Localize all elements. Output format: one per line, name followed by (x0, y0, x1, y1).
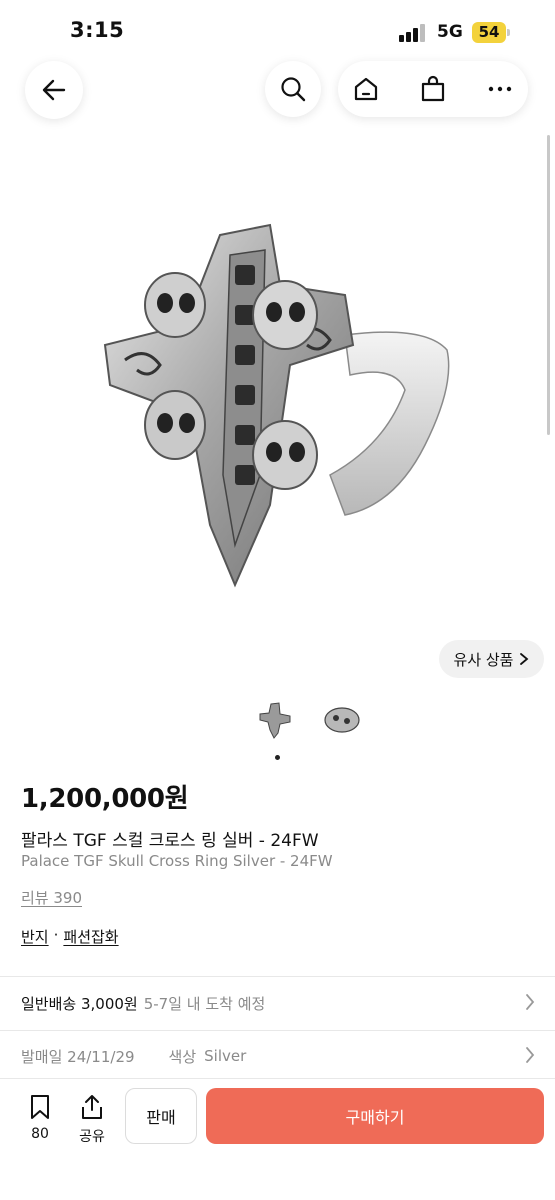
home-button[interactable] (352, 75, 380, 103)
more-dots-icon (488, 86, 512, 92)
home-icon (354, 77, 378, 101)
signal-icon (399, 24, 429, 42)
price: 1,200,000원 (21, 784, 189, 814)
category-fashion-link[interactable]: 패션잡화 (63, 926, 118, 947)
search-icon (281, 77, 306, 102)
category-separator: · (53, 926, 59, 944)
color-value: Silver (204, 1047, 247, 1065)
similar-products-label: 유사 상품 (453, 650, 514, 669)
share-icon (82, 1095, 102, 1119)
thumbnail-2[interactable] (322, 700, 362, 740)
scroll-indicator[interactable] (547, 135, 550, 435)
battery-icon: 54 (472, 22, 510, 43)
chevron-right-icon (526, 994, 535, 1010)
shipping-eta: 5-7일 내 도착 예정 (143, 994, 266, 1013)
shopping-bag-button[interactable] (419, 75, 447, 103)
nav-actions (338, 61, 528, 117)
chevron-right-icon (520, 653, 529, 665)
network-label: 5G (437, 22, 463, 42)
release-date: 발매일 24/11/29 (21, 1047, 135, 1066)
buy-label: 구매하기 (345, 1108, 405, 1127)
status-time: 3:15 (70, 18, 125, 42)
status-bar: 3:15 5G 54 (0, 0, 555, 62)
divider (0, 1030, 555, 1031)
battery-level: 54 (478, 23, 500, 41)
product-title-ko: 팔라스 TGF 스컬 크로스 링 실버 - 24FW (21, 831, 319, 851)
back-button[interactable] (25, 61, 83, 119)
shipping-label: 일반배송 3,000원 (21, 994, 138, 1013)
sell-label: 판매 (146, 1108, 176, 1127)
thumbnail-1[interactable] (255, 700, 295, 740)
product-title-en: Palace TGF Skull Cross Ring Silver - 24F… (21, 852, 333, 870)
category-ring-link[interactable]: 반지 (21, 926, 49, 947)
product-image[interactable] (95, 215, 460, 595)
sell-button[interactable]: 판매 (125, 1088, 197, 1144)
category-breadcrumb: 반지 · 패션잡화 (21, 926, 119, 947)
more-button[interactable] (486, 75, 514, 103)
reviews-link[interactable]: 리뷰 390 (21, 887, 82, 908)
buy-button[interactable]: 구매하기 (206, 1088, 544, 1144)
color-label: 색상 (168, 1047, 197, 1066)
shopping-bag-icon (421, 75, 445, 102)
divider (0, 976, 555, 977)
chevron-right-icon (526, 1047, 535, 1063)
shipping-row[interactable]: 일반배송 3,000원 5-7일 내 도착 예정 (21, 992, 541, 1014)
share-label: 공유 (79, 1129, 105, 1145)
back-arrow-icon (42, 79, 66, 101)
bookmark-count: 80 (31, 1126, 49, 1142)
carousel-indicator (275, 755, 280, 760)
bookmark-button[interactable]: 80 (22, 1094, 58, 1144)
search-button[interactable] (265, 61, 321, 117)
release-row[interactable]: 발매일 24/11/29 색상 Silver (21, 1045, 541, 1067)
similar-products-button[interactable]: 유사 상품 (439, 640, 544, 678)
bookmark-icon (31, 1095, 49, 1119)
share-button[interactable]: 공유 (74, 1094, 110, 1145)
